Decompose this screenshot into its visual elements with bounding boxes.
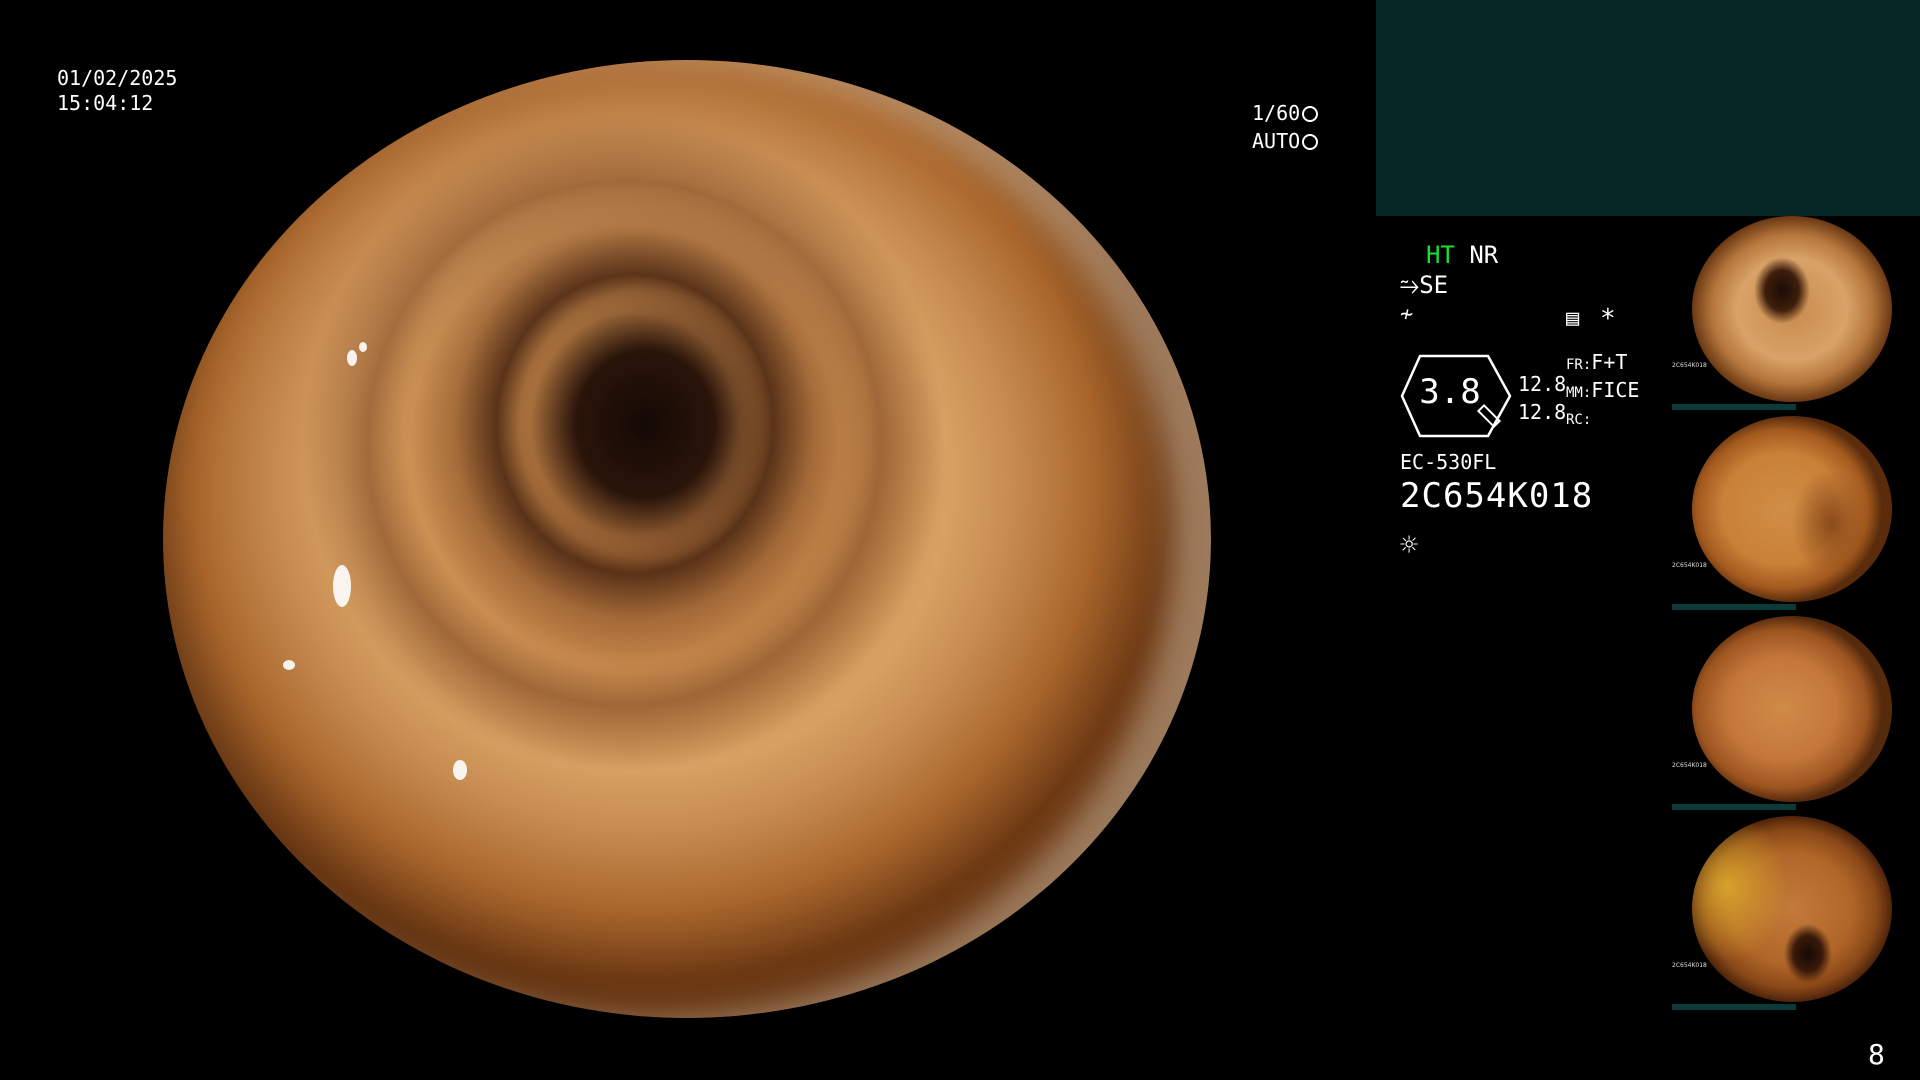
specular-highlight: [359, 342, 367, 352]
specular-highlight: [283, 660, 295, 670]
shutter-overlay: 1/60 AUTO: [1252, 99, 1319, 155]
enhance-icon: ⥲: [1400, 271, 1420, 299]
asterisk-indicator: *: [1600, 304, 1616, 334]
specular-highlight: [333, 565, 351, 607]
thumbnail-image: [1692, 216, 1892, 402]
contrast-icon: ≁: [1400, 302, 1414, 327]
thumbnail-caption: 2C654K018: [1672, 562, 1707, 569]
scope-serial: 2C654K018: [1400, 476, 1594, 516]
shutter-text: 1/60: [1252, 101, 1301, 125]
aperture-icon: [1302, 106, 1319, 122]
ht-indicator: HT: [1426, 241, 1455, 269]
iris-icon: [1302, 134, 1319, 150]
se-indicator: SE: [1419, 271, 1449, 299]
thumbnail-2[interactable]: 2C654K018: [1672, 414, 1920, 610]
thumbnail-strip: 2C654K018 2C654K018 2C654K018 2C654K018: [1672, 214, 1920, 1014]
thumbnail-caption: 2C654K018: [1672, 962, 1707, 969]
specular-highlight: [347, 350, 357, 366]
values-column: 12.8 12.8: [1518, 370, 1566, 426]
scope-model: EC-530FL: [1400, 450, 1497, 474]
fr-value: F+T: [1591, 350, 1628, 374]
thumbnail-image: [1692, 616, 1892, 802]
light-icon: ☼: [1400, 528, 1419, 563]
zoom-value: 3.8: [1419, 372, 1481, 412]
mm-label: MM:: [1566, 385, 1592, 401]
thumbnail-caption: 2C654K018: [1672, 362, 1707, 369]
thumbnail-image: [1692, 816, 1892, 1002]
thumbnail-bar: [1672, 1004, 1796, 1010]
mm-value: FICE: [1591, 378, 1640, 402]
time-text: 15:04:12: [57, 91, 154, 115]
specular-highlight: [453, 760, 467, 780]
thumbnail-caption: 2C654K018: [1672, 762, 1707, 769]
page-number: 8: [1868, 1038, 1885, 1071]
settings-panel: HT NR ⥲SE ≁: [1400, 240, 1498, 330]
zoom-indicator: 3.8: [1400, 352, 1512, 440]
thumbnail-1[interactable]: 2C654K018: [1672, 214, 1920, 410]
fr-label: FR:: [1566, 357, 1592, 373]
thumbnail-bar: [1672, 404, 1796, 410]
thumbnail-3[interactable]: 2C654K018: [1672, 614, 1920, 810]
nr-indicator: NR: [1469, 241, 1499, 269]
thumbnail-bar: [1672, 604, 1796, 610]
endoscope-main-view: [163, 60, 1211, 1018]
thumbnail-bar: [1672, 804, 1796, 810]
patient-info-panel: [1376, 0, 1920, 216]
date-text: 01/02/2025: [57, 66, 178, 90]
thumbnail-image: [1692, 416, 1892, 602]
mode-column: FR:F+T MM:FICE RC:: [1566, 350, 1639, 433]
menu-icon: ▤: [1566, 306, 1580, 331]
rc-label: RC:: [1566, 412, 1592, 428]
datetime-overlay: 01/02/2025 15:04:12: [57, 66, 177, 116]
exposure-text: AUTO: [1252, 129, 1301, 153]
value-1: 12.8: [1518, 372, 1567, 396]
value-2: 12.8: [1518, 400, 1567, 424]
thumbnail-4[interactable]: 2C654K018: [1672, 814, 1920, 1010]
